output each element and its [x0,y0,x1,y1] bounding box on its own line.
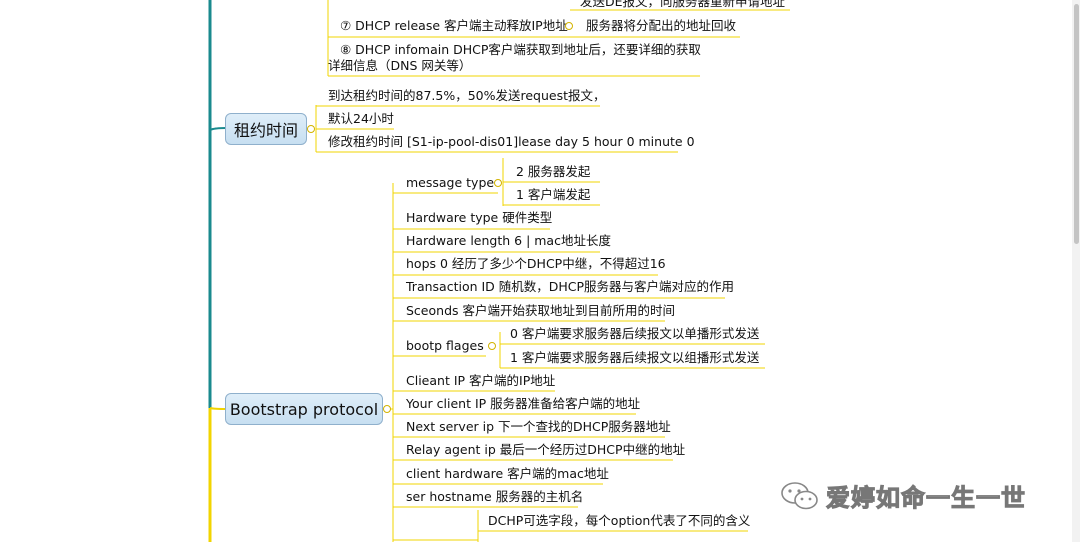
branch-bootstrap [209,407,227,410]
message-type-server: 2 服务器发起 [516,164,591,179]
field-next-server-ip: Next server ip 下一个查找的DHCP服务器地址 [406,419,671,434]
field-hardware-length: Hardware length 6 | mac地址长度 [406,233,611,248]
topic-bootstrap-protocol[interactable]: Bootstrap protocol [225,393,383,425]
field-message-type: message type [406,175,495,190]
top-item-details: 详细信息（DNS 网关等） [328,58,472,73]
top-item-release-reclaim: 服务器将分配出的地址回收 [586,18,737,33]
watermark: 爱婷如命一生一世 [780,478,1026,513]
scrollbar-thumb[interactable] [1074,4,1079,244]
field-relay-agent-ip: Relay agent ip 最后一个经历过DHCP中继的地址 [406,442,686,457]
option-note: DCHP可选字段，每个option代表了不同的含义 [488,513,751,528]
field-server-hostname: ser hostname 服务器的主机名 [406,489,584,504]
field-bootp-flags: bootp flages [406,338,484,353]
collapse-circle-icon[interactable] [383,405,391,413]
collapse-circle-icon[interactable] [565,22,573,30]
topic-lease-time-label: 租约时间 [233,121,298,140]
collapse-circle-icon[interactable] [488,342,496,350]
field-hops: hops 0 经历了多少个DHCP中继，不得超过16 [406,256,666,271]
lease-item-default: 默认24小时 [328,111,394,126]
top-item-resend-de: 发送DE报文，向服务器重新申请地址 [580,0,786,9]
wechat-icon [781,481,818,509]
collapse-circle-icon[interactable] [494,179,502,187]
lease-item-renew: 到达租约时间的87.5%，50%发送request报文， [328,88,606,103]
top-item-dhcp-inform: ⑧ DHCP infomain DHCP客户端获取到地址后，还要详细的获取 [340,42,701,57]
collapse-circle-icon[interactable] [307,125,315,133]
field-transaction-id: Transaction ID 随机数，DHCP服务器与客户端对应的作用 [406,279,735,294]
topic-lease-time[interactable]: 租约时间 [225,113,307,145]
mindmap-canvas[interactable]: 发送DE报文，向服务器重新申请地址 ⑦ DHCP release 客户端主动释放… [0,0,1080,542]
field-seconds: Sceonds 客户端开始获取地址到目前所用的时间 [406,303,675,318]
topic-bootstrap-label: Bootstrap protocol [229,399,379,419]
bootp-flag-unicast: 0 客户端要求服务器后续报文以单播形式发送 [510,326,760,341]
lease-item-modify: 修改租约时间 [S1-ip-pool-dis01]lease day 5 hou… [328,134,695,149]
field-client-ip: Clieant IP 客户端的IP地址 [406,373,556,388]
field-your-client-ip: Your client IP 服务器准备给客户端的地址 [406,396,641,411]
watermark-text: 爱婷如命一生一世 [826,484,1026,513]
message-type-client: 1 客户端发起 [516,187,591,202]
field-hardware-type: Hardware type 硬件类型 [406,210,553,225]
field-client-hardware: client hardware 客户端的mac地址 [406,466,609,481]
bootp-flag-multicast: 1 客户端要求服务器后续报文以组播形式发送 [510,350,760,365]
top-item-dhcp-release: ⑦ DHCP release 客户端主动释放IP地址 [340,18,568,33]
branch-lease [209,127,227,131]
